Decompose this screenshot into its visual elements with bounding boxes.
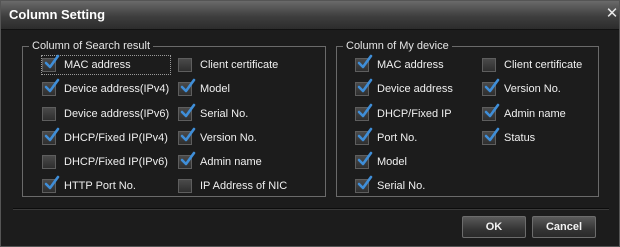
checkbox-label: Device address: [377, 83, 453, 95]
divider: [13, 208, 609, 210]
check-icon: [357, 151, 373, 166]
checkbox-label: DHCP/Fixed IP: [377, 108, 452, 120]
checkbox-label: Serial No.: [200, 108, 249, 120]
checkbox[interactable]: [42, 127, 60, 145]
check-icon: [180, 78, 196, 93]
checkbox-search-admin-name[interactable]: Admin name: [178, 151, 262, 171]
checkbox-search-serial-no[interactable]: Serial No.: [178, 103, 249, 123]
checkbox[interactable]: [42, 107, 56, 121]
checkbox-label: Device address(IPv4): [64, 83, 170, 95]
check-icon: [357, 127, 373, 142]
dialog-title: Column Setting: [9, 7, 106, 22]
checkbox-search-mac-address[interactable]: MAC address: [41, 54, 171, 75]
checkbox[interactable]: [355, 175, 373, 193]
checkbox-label: Client certificate: [504, 59, 583, 71]
column-setting-dialog: Column Setting ✕ Column of Search result…: [0, 0, 620, 247]
checkbox[interactable]: [482, 78, 500, 96]
ok-button[interactable]: OK: [462, 216, 526, 238]
checkbox-label: MAC address: [377, 59, 444, 71]
check-icon: [44, 54, 60, 69]
search-result-group: Column of Search result MAC address Devi…: [22, 39, 326, 197]
checkbox[interactable]: [178, 78, 196, 96]
checkbox-device-status[interactable]: Status: [482, 127, 536, 147]
checkbox-label: DHCP/Fixed IP(IPv6): [64, 156, 168, 168]
checkbox-label: Client certificate: [200, 59, 279, 71]
check-icon: [484, 103, 500, 118]
my-device-group-label: Column of My device: [343, 39, 452, 53]
checkbox-label: Model: [200, 83, 230, 95]
checkbox[interactable]: [482, 103, 500, 121]
checkbox-label: DHCP/Fixed IP(IPv4): [64, 132, 168, 144]
checkbox[interactable]: [355, 103, 373, 121]
checkbox-search-dhcp-ipv4[interactable]: DHCP/Fixed IP(IPv4): [42, 127, 168, 147]
checkbox[interactable]: [355, 78, 373, 96]
check-icon: [180, 127, 196, 142]
checkbox-label: Admin name: [504, 108, 566, 120]
check-icon: [357, 78, 373, 93]
checkbox-label: Port No.: [377, 132, 418, 144]
checkbox[interactable]: [482, 127, 500, 145]
title-bar[interactable]: Column Setting ✕: [1, 1, 619, 30]
check-icon: [44, 175, 60, 190]
checkbox[interactable]: [178, 179, 192, 193]
search-result-group-label: Column of Search result: [29, 39, 153, 53]
check-icon: [44, 78, 60, 93]
checkbox-device-serial-no[interactable]: Serial No.: [355, 175, 426, 195]
checkbox-device-mac-address[interactable]: MAC address: [355, 54, 444, 74]
check-icon: [357, 175, 373, 190]
check-icon: [484, 127, 500, 142]
checkbox[interactable]: [178, 151, 196, 169]
check-icon: [357, 54, 373, 69]
checkbox[interactable]: [355, 127, 373, 145]
cancel-button[interactable]: Cancel: [532, 216, 596, 238]
checkbox-device-dhcp-fixed-ip[interactable]: DHCP/Fixed IP: [355, 103, 452, 123]
checkbox-label: Version No.: [504, 83, 561, 95]
checkbox[interactable]: [42, 175, 60, 193]
close-icon[interactable]: ✕: [605, 6, 619, 22]
checkbox[interactable]: [178, 127, 196, 145]
checkbox-search-model[interactable]: Model: [178, 78, 230, 98]
check-icon: [44, 127, 60, 142]
checkbox[interactable]: [42, 78, 60, 96]
checkbox-device-version-no[interactable]: Version No.: [482, 78, 561, 98]
checkbox-label: Status: [504, 132, 536, 144]
checkbox-search-dhcp-ipv6[interactable]: DHCP/Fixed IP(IPv6): [42, 153, 168, 171]
check-icon: [180, 151, 196, 166]
checkbox[interactable]: [355, 151, 373, 169]
checkbox-device-port-no[interactable]: Port No.: [355, 127, 418, 147]
check-icon: [357, 103, 373, 118]
checkbox-search-ip-address-nic[interactable]: IP Address of NIC: [178, 177, 287, 195]
checkbox-device-device-address[interactable]: Device address: [355, 78, 453, 98]
checkbox-label: Admin name: [200, 156, 262, 168]
checkbox[interactable]: [42, 155, 56, 169]
checkbox[interactable]: [178, 58, 192, 72]
checkbox-label: MAC address: [64, 59, 131, 71]
checkbox-label: Version No.: [200, 132, 257, 144]
checkbox-search-http-port[interactable]: HTTP Port No.: [42, 175, 136, 195]
checkbox-label: IP Address of NIC: [200, 180, 288, 192]
checkbox[interactable]: [178, 103, 196, 121]
check-icon: [484, 78, 500, 93]
checkbox-label: Model: [377, 156, 407, 168]
checkbox-search-version-no[interactable]: Version No.: [178, 127, 257, 147]
checkbox-search-device-address-ipv6[interactable]: Device address(IPv6): [42, 105, 169, 123]
my-device-group: Column of My device MAC address Device a…: [336, 39, 599, 197]
checkbox-label: Serial No.: [377, 180, 426, 192]
checkbox-label: Device address(IPv6): [64, 108, 170, 120]
checkbox[interactable]: [482, 58, 496, 72]
checkbox-device-admin-name[interactable]: Admin name: [482, 103, 566, 123]
checkbox-label: HTTP Port No.: [64, 180, 136, 192]
check-icon: [180, 103, 196, 118]
checkbox-search-client-certificate[interactable]: Client certificate: [178, 56, 278, 74]
checkbox[interactable]: [42, 54, 60, 72]
checkbox-search-device-address-ipv4[interactable]: Device address(IPv4): [42, 78, 170, 98]
checkbox-device-model[interactable]: Model: [355, 151, 407, 171]
checkbox[interactable]: [355, 54, 373, 72]
checkbox-device-client-certificate[interactable]: Client certificate: [482, 56, 582, 74]
